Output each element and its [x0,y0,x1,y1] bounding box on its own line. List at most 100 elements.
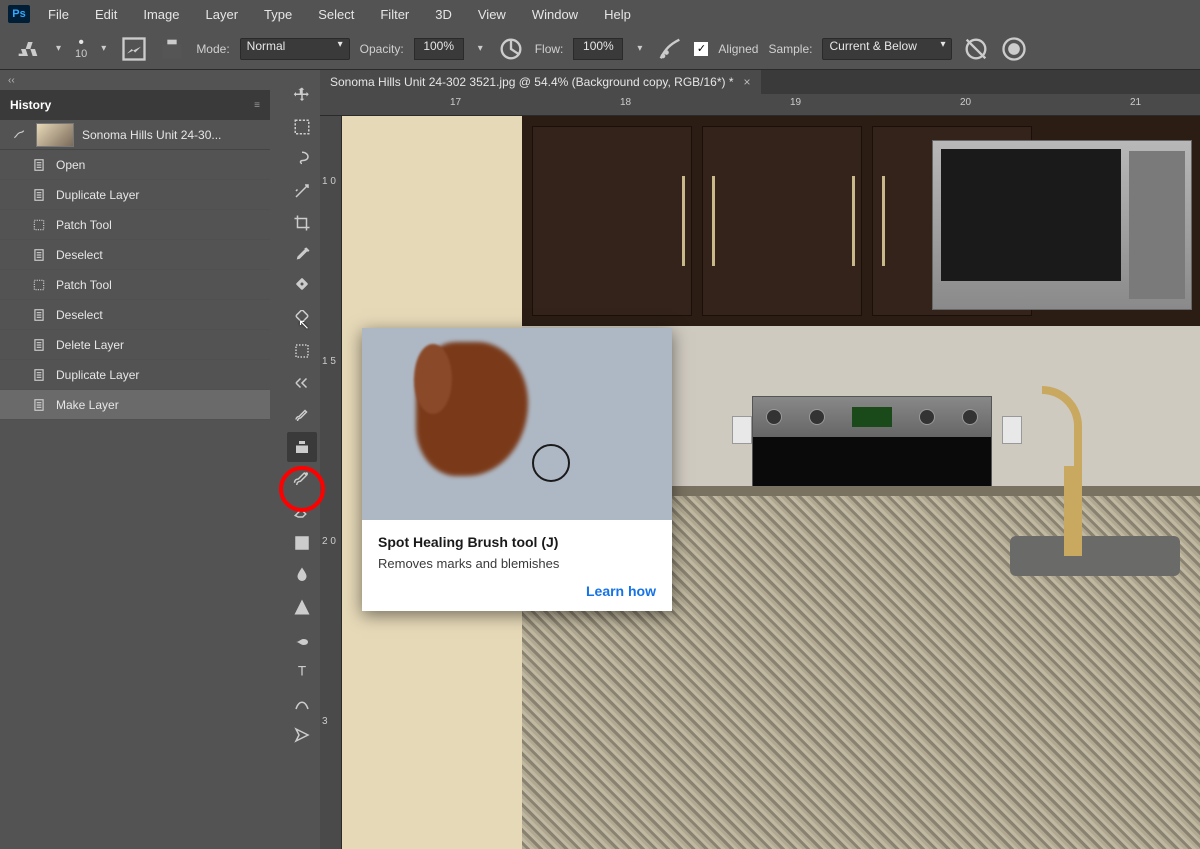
tool-eyedropper[interactable] [287,240,317,270]
history-item-label: Deselect [56,248,103,262]
tool-lasso[interactable] [287,144,317,174]
ignore-adjustments-icon[interactable] [962,35,990,63]
sample-select[interactable]: Current & Below [822,38,952,60]
brush-preview[interactable]: • 10 [75,38,87,60]
tool-patch[interactable] [287,336,317,366]
brush-cursor-preview [532,444,570,482]
app-logo: Ps [8,5,30,23]
tooltip-learn-link[interactable]: Learn how [378,583,656,599]
ruler-vertical[interactable]: 1 01 52 03 [320,116,342,849]
history-item[interactable]: Open [0,150,270,180]
opacity-label: Opacity: [360,42,404,56]
menu-3d[interactable]: 3D [427,5,460,24]
history-item-label: Delete Layer [56,338,124,352]
tool-history-brush[interactable] [287,464,317,494]
document-canvas[interactable]: Spot Healing Brush tool (J) Removes mark… [342,116,1200,849]
ruler-mark: 1 5 [322,356,336,367]
menu-bar: Ps File Edit Image Layer Type Select Fil… [0,0,1200,28]
flow-input[interactable]: 100% [573,38,623,60]
history-item[interactable]: Make Layer [0,390,270,420]
chevron-down-icon[interactable]: ▾ [97,43,110,54]
aligned-label: Aligned [718,42,758,56]
history-item[interactable]: Patch Tool [0,210,270,240]
tool-healing[interactable] [287,272,317,302]
ruler-mark: 18 [620,97,631,108]
history-item-label: Patch Tool [56,278,112,292]
history-item-label: Deselect [56,308,103,322]
history-panel-header: History ≡ [0,90,270,120]
document-icon [30,397,48,413]
pressure-opacity-icon[interactable] [497,35,525,63]
history-item-label: Make Layer [56,398,119,412]
panel-menu-icon[interactable]: ≡ [254,100,260,111]
aligned-checkbox[interactable]: ✓ [694,42,708,56]
tool-crop[interactable] [287,208,317,238]
ruler-mark: 17 [450,97,461,108]
close-tab-icon[interactable]: × [744,75,751,89]
history-item[interactable]: Deselect [0,300,270,330]
tool-shape-arrow[interactable] [287,720,317,750]
pressure-size-icon[interactable] [1000,35,1028,63]
ruler-mark: 3 [322,716,328,727]
history-item[interactable]: Delete Layer [0,330,270,360]
tool-brush-outline[interactable] [287,400,317,430]
chevron-down-icon[interactable]: ▾ [52,43,65,54]
tools-toolbar: ↖ T [284,70,320,849]
canvas-area: Sonoma Hills Unit 24-302 3521.jpg @ 54.4… [320,70,1200,849]
brush-panel-icon[interactable] [120,35,148,63]
history-item[interactable]: Patch Tool [0,270,270,300]
ruler-mark: 1 0 [322,176,336,187]
tool-gradient[interactable] [287,528,317,558]
menu-filter[interactable]: Filter [372,5,417,24]
tool-eraser[interactable] [287,496,317,526]
menu-edit[interactable]: Edit [87,5,125,24]
tool-clone[interactable] [287,432,317,462]
opacity-input[interactable]: 100% [414,38,464,60]
tool-move[interactable] [287,80,317,110]
clone-source-icon[interactable] [158,35,186,63]
menu-type[interactable]: Type [256,5,300,24]
menu-layer[interactable]: Layer [198,5,247,24]
tool-path[interactable] [287,688,317,718]
tool-wand[interactable] [287,176,317,206]
workspace: ‹‹ History ≡ Sonoma Hills Unit 24-30... … [0,70,1200,849]
tool-content-aware[interactable] [287,368,317,398]
tool-blur[interactable] [287,560,317,590]
history-brush-icon [10,126,28,143]
history-item[interactable]: Duplicate Layer [0,360,270,390]
menu-image[interactable]: Image [135,5,187,24]
history-item[interactable]: Duplicate Layer [0,180,270,210]
menu-window[interactable]: Window [524,5,586,24]
history-item-label: Open [56,158,85,172]
history-item-label: Duplicate Layer [56,188,139,202]
panel-collapse-bar[interactable]: ‹‹ [0,70,270,90]
tooltip-preview-image [362,328,672,520]
menu-help[interactable]: Help [596,5,639,24]
menu-view[interactable]: View [470,5,514,24]
document-thumbnail [36,123,74,147]
panel-separator[interactable] [270,70,284,849]
history-item-label: Patch Tool [56,218,112,232]
ruler-horizontal[interactable]: 1718192021 [320,94,1200,116]
tool-dodge[interactable] [287,592,317,622]
document-icon [30,367,48,383]
chevron-down-icon[interactable]: ▾ [633,43,646,54]
chevron-down-icon[interactable]: ▾ [474,43,487,54]
tool-preset-icon[interactable] [14,35,42,63]
tool-pen-shape[interactable] [287,624,317,654]
tool-brush-alt[interactable] [287,304,317,334]
tooltip-title: Spot Healing Brush tool (J) [378,534,656,550]
mode-select[interactable]: Normal [240,38,350,60]
document-tab[interactable]: Sonoma Hills Unit 24-302 3521.jpg @ 54.4… [320,70,761,94]
document-name: Sonoma Hills Unit 24-30... [82,128,221,142]
airbrush-icon[interactable] [656,35,684,63]
sample-label: Sample: [768,42,812,56]
history-document-row[interactable]: Sonoma Hills Unit 24-30... [0,120,270,150]
menu-file[interactable]: File [40,5,77,24]
document-icon [30,307,48,323]
tool-type[interactable]: T [287,656,317,686]
flow-label: Flow: [535,42,564,56]
tool-marquee[interactable] [287,112,317,142]
history-item[interactable]: Deselect [0,240,270,270]
menu-select[interactable]: Select [310,5,362,24]
